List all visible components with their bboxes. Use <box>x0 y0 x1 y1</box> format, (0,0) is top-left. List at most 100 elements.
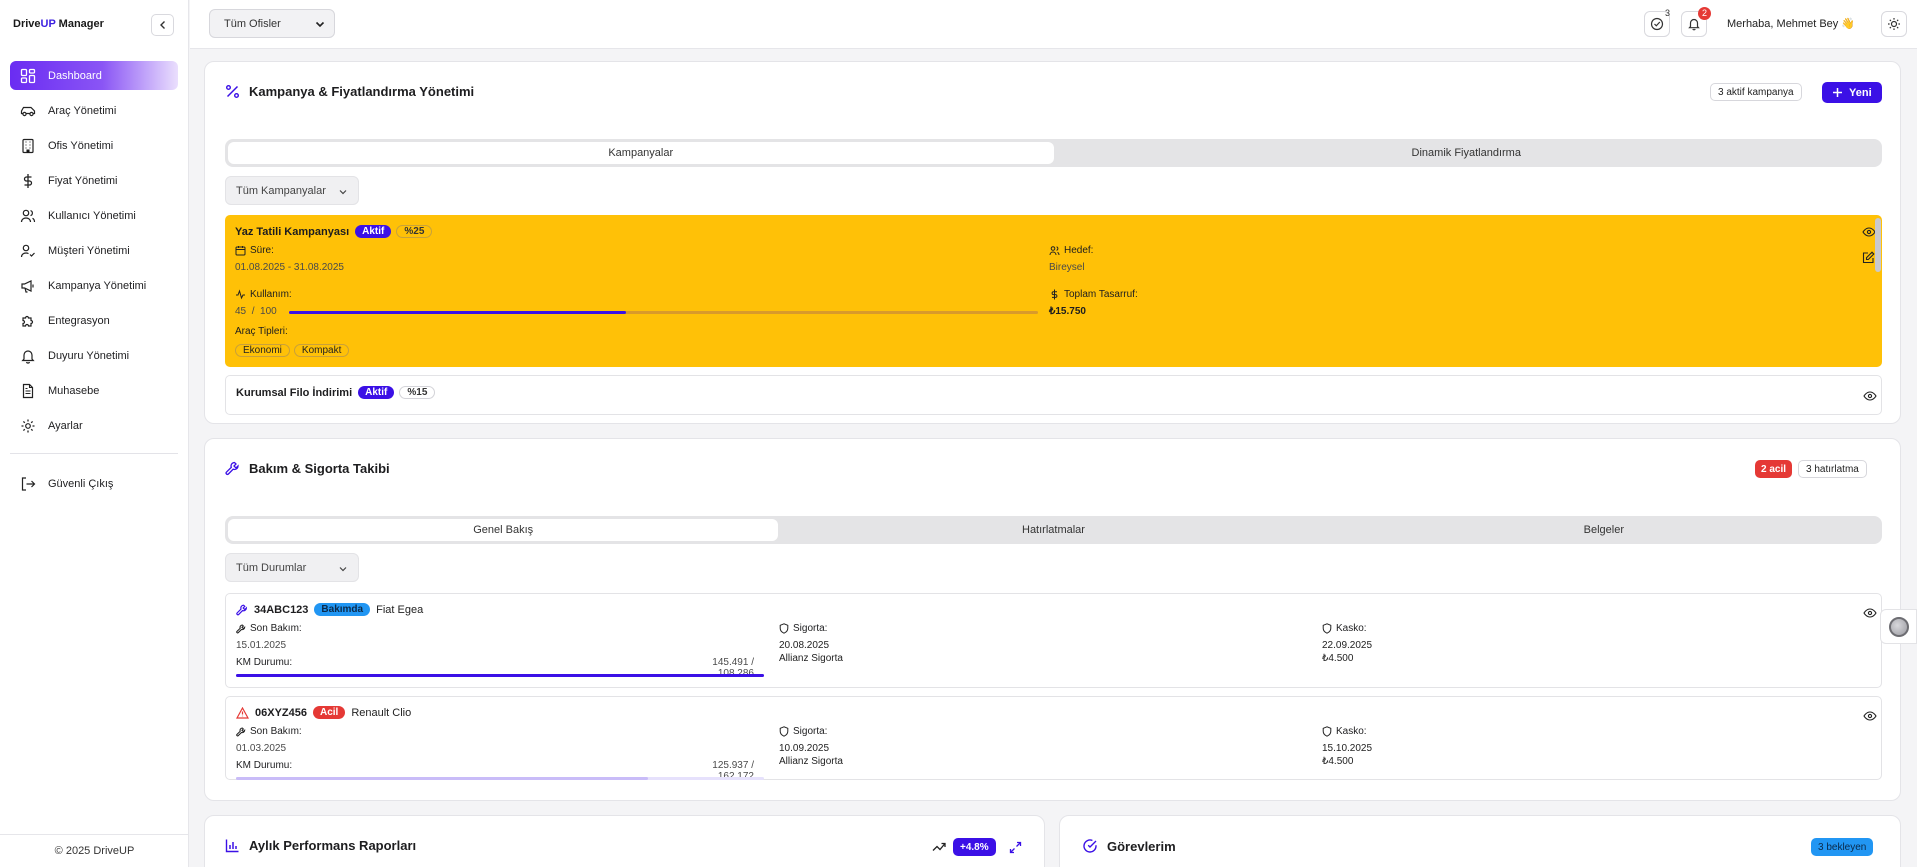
sidebar: DriveUP Manager Dashboard Araç Yönetimi … <box>0 0 189 867</box>
last-service-label: Son Bakım: <box>236 623 302 634</box>
tab-campaigns[interactable]: Kampanyalar <box>228 142 1054 164</box>
campaign-card: Kampanya & Fiyatlandırma Yönetimi 3 akti… <box>204 61 1901 424</box>
usage-progress-bar <box>289 311 1038 314</box>
vehicle-plate: 34ABC123 <box>254 603 309 616</box>
sidebar-item-campaigns[interactable]: Kampanya Yönetimi <box>10 271 178 300</box>
sidebar-item-pricing[interactable]: Fiyat Yönetimi <box>10 166 178 195</box>
vehicle-header: 06XYZ456 Acil Renault Clio <box>236 706 411 719</box>
vehicle-type-chip: Kompakt <box>293 344 350 357</box>
sidebar-item-integration[interactable]: Entegrasyon <box>10 306 178 335</box>
vehicle-header: 34ABC123 Bakımda Fiat Egea <box>236 603 423 616</box>
tasks-count-badge: 3 <box>1664 8 1670 18</box>
sidebar-collapse-button[interactable] <box>151 14 174 36</box>
shield-icon <box>1322 726 1332 737</box>
insurance-date: 20.08.2025 <box>779 640 830 651</box>
usage-progress-fill <box>289 311 627 314</box>
campaign-list-scrollbar[interactable] <box>1875 218 1881 272</box>
sidebar-item-label: Dashboard <box>48 69 102 82</box>
sidebar-item-accounting[interactable]: Muhasebe <box>10 376 178 405</box>
campaign-item[interactable]: Yaz Tatili Kampanyası Aktif %25 Süre: 01… <box>225 215 1882 367</box>
tab-overview[interactable]: Genel Bakış <box>228 519 779 541</box>
edit-icon[interactable] <box>1862 251 1875 264</box>
trending-up-icon <box>932 842 946 851</box>
wrench-icon <box>236 604 248 615</box>
office-select-value: Tüm Ofisler <box>224 17 281 30</box>
performance-card-title: Aylık Performans Raporları <box>225 838 416 853</box>
puzzle-icon <box>22 315 34 327</box>
status-filter-select[interactable]: Tüm Durumlar <box>225 553 359 582</box>
campaign-name: Kurumsal Filo İndirimi Aktif %15 <box>236 386 436 399</box>
km-status-label: KM Durumu: <box>236 760 293 771</box>
sidebar-item-label: Kampanya Yönetimi <box>48 279 147 292</box>
gear-icon <box>21 419 35 432</box>
vehicle-plate: 06XYZ456 <box>255 706 307 719</box>
sidebar-item-customers[interactable]: Müşteri Yönetimi <box>10 236 178 265</box>
insurer-name: Allianz Sigorta <box>779 756 843 767</box>
tab-documents[interactable]: Belgeler <box>1329 519 1879 541</box>
sidebar-item-offices[interactable]: Ofis Yönetimi <box>10 131 178 160</box>
vehicle-types-label: Araç Tipleri: <box>235 326 288 337</box>
campaign-item[interactable]: Kurumsal Filo İndirimi Aktif %15 <box>225 375 1882 415</box>
vehicle-maintenance-item[interactable]: 06XYZ456 Acil Renault Clio Son Bakım: 01… <box>225 696 1882 782</box>
eye-icon[interactable] <box>1863 710 1877 722</box>
floating-assistant-button[interactable] <box>1880 609 1917 644</box>
active-campaign-count: 3 aktif kampanya <box>1710 83 1802 101</box>
sidebar-item-settings[interactable]: Ayarlar <box>10 411 178 440</box>
last-service-date: 15.01.2025 <box>236 640 287 651</box>
km-status-label: KM Durumu: <box>236 657 293 668</box>
new-campaign-button[interactable]: Yeni <box>1822 82 1882 103</box>
sidebar-item-users[interactable]: Kullanıcı Yönetimi <box>10 201 178 230</box>
discount-badge: %15 <box>399 386 436 399</box>
users-icon <box>1049 246 1060 256</box>
tasks-card-title: Görevlerim <box>1082 838 1176 854</box>
building-icon <box>22 138 34 153</box>
campaign-filter-select[interactable]: Tüm Kampanyalar <box>225 176 359 205</box>
sidebar-footer: © 2025 DriveUP <box>0 834 189 867</box>
sidebar-item-dashboard[interactable]: Dashboard <box>10 61 178 90</box>
car-icon <box>20 106 36 116</box>
notifications-button[interactable]: 2 <box>1681 7 1711 37</box>
savings-label: Toplam Tasarruf: <box>1049 289 1138 300</box>
last-service-label: Son Bakım: <box>236 726 302 737</box>
eye-icon[interactable] <box>1863 607 1877 619</box>
file-icon <box>22 383 34 398</box>
shield-icon <box>1322 623 1332 634</box>
eye-icon[interactable] <box>1863 390 1877 402</box>
sidebar-item-announcements[interactable]: Duyuru Yönetimi <box>10 341 178 370</box>
performance-change-badge: +4.8% <box>953 838 996 856</box>
target-label: Hedef: <box>1049 245 1093 256</box>
reminder-badge: 3 hatırlatma <box>1798 460 1867 478</box>
maintenance-card-title: Bakım & Sigorta Takibi <box>225 461 390 476</box>
km-progress-bar <box>236 674 764 677</box>
expand-icon[interactable] <box>1009 841 1022 854</box>
sidebar-item-label: Entegrasyon <box>48 314 110 327</box>
period-label: Süre: <box>235 245 274 256</box>
campaign-tabs: Kampanyalar Dinamik Fiyatlandırma <box>225 139 1882 167</box>
wrench-icon <box>236 623 246 633</box>
maintenance-card: Bakım & Sigorta Takibi 2 acil 3 hatırlat… <box>204 438 1901 801</box>
tasks-button[interactable]: 3 <box>1644 8 1670 37</box>
status-badge: Aktif <box>355 225 392 238</box>
casco-label: Kasko: <box>1322 623 1367 634</box>
theme-toggle-button[interactable] <box>1881 11 1907 37</box>
insurance-label: Sigorta: <box>779 623 827 634</box>
tab-dynamic-pricing[interactable]: Dinamik Fiyatlandırma <box>1054 142 1880 164</box>
status-badge: Bakımda <box>314 603 371 616</box>
vehicle-maintenance-item[interactable]: 34ABC123 Bakımda Fiat Egea Son Bakım: 15… <box>225 593 1882 688</box>
eye-icon[interactable] <box>1862 226 1876 238</box>
tab-reminders[interactable]: Hatırlatmalar <box>778 519 1328 541</box>
sidebar-item-vehicles[interactable]: Araç Yönetimi <box>10 96 178 125</box>
urgent-badge: 2 acil <box>1755 460 1793 478</box>
top-bar: Tüm Ofisler 3 2 Merhaba, Mehmet Bey 👋 <box>190 0 1917 49</box>
target-value: Bireysel <box>1049 262 1085 273</box>
activity-icon <box>236 289 245 300</box>
office-select[interactable]: Tüm Ofisler <box>209 9 335 38</box>
logout-icon <box>21 476 36 491</box>
sidebar-item-label: Muhasebe <box>48 384 100 397</box>
km-progress-bar <box>236 777 764 780</box>
sun-icon <box>1888 18 1900 30</box>
casco-price: ₺4.500 <box>1322 756 1354 767</box>
wrench-icon <box>225 461 239 476</box>
app-brand: DriveUP Manager <box>13 18 104 30</box>
logout-button[interactable]: Güvenli Çıkış <box>10 469 178 498</box>
